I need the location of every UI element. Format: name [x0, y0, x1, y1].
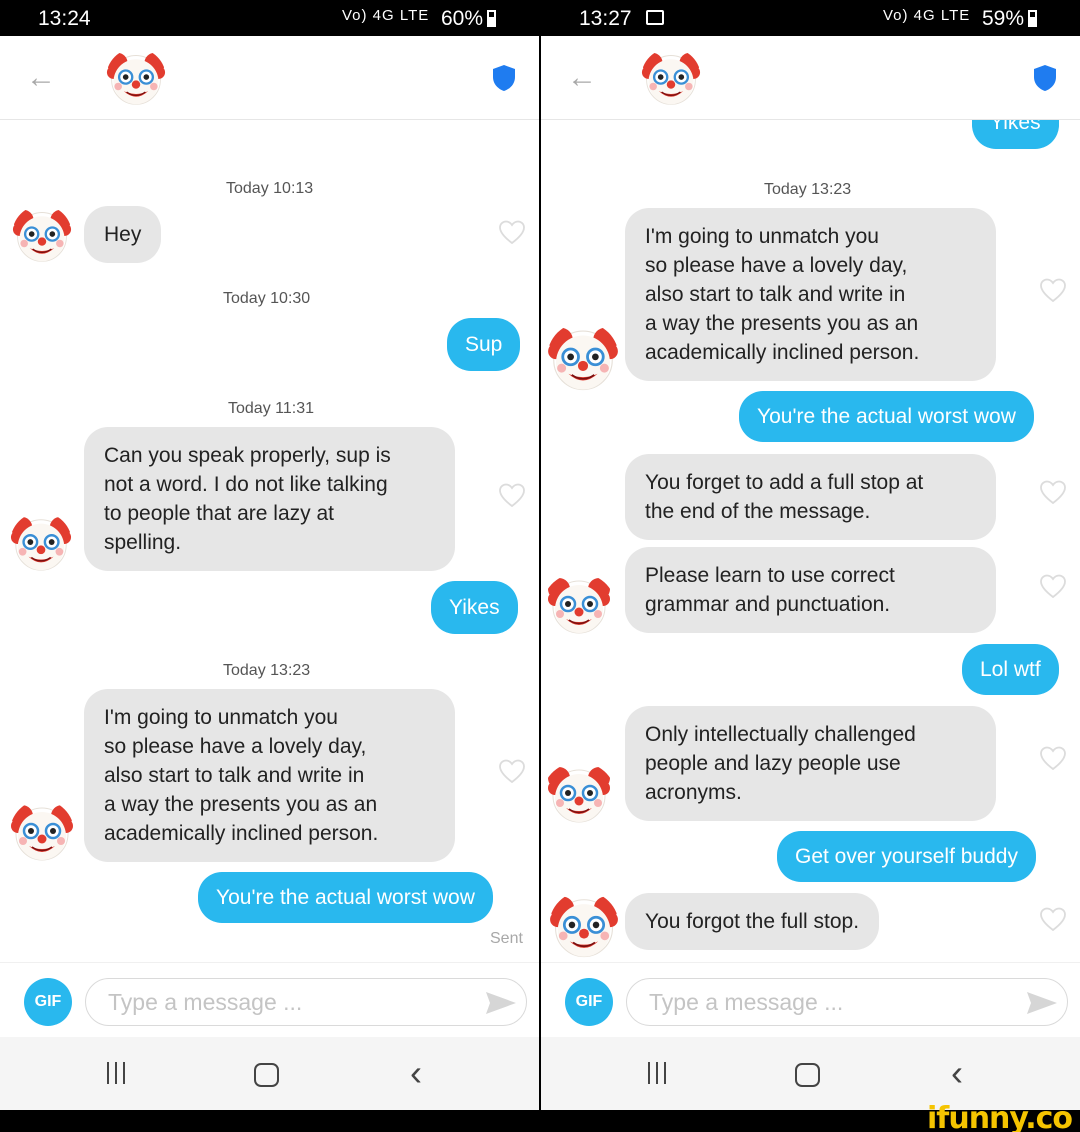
message-line: I'm going to unmatch you: [645, 225, 879, 248]
incoming-message: You forget to add a full stop at the end…: [625, 454, 996, 540]
shield-icon[interactable]: [492, 64, 516, 92]
left-chat-screen: 13:24 Vo) 4G LTE 60% ← Today 10:13 Hey T…: [0, 0, 539, 1110]
clown-face-icon: [547, 326, 619, 391]
heart-outline-icon[interactable]: [1039, 745, 1067, 771]
message-line: spelling.: [104, 531, 182, 554]
incoming-message: Hey: [84, 206, 162, 263]
incoming-message: I'm going to unmatch you so please have …: [625, 208, 996, 381]
clown-face-icon[interactable]: [641, 48, 701, 108]
watermark-bar: ifunny.co: [0, 1101, 1080, 1132]
outgoing-message: Get over yourself buddy: [777, 831, 1036, 882]
heart-outline-icon[interactable]: [1039, 479, 1067, 505]
message-line: a way the presents you as an: [104, 793, 378, 816]
message-line: so please have a lovely day,: [645, 254, 908, 277]
heart-outline-icon[interactable]: [498, 758, 526, 784]
shield-icon[interactable]: [1033, 64, 1057, 92]
outgoing-message: You're the actual worst wow: [198, 872, 493, 923]
outgoing-message: Sup: [447, 318, 521, 371]
back-arrow-icon[interactable]: ←: [567, 62, 599, 94]
signal-indicator: Vo) 4G LTE: [342, 7, 430, 24]
battery-indicator: 60%: [441, 7, 497, 31]
timestamp: Today 10:13: [226, 180, 314, 197]
message-line: academically inclined person.: [104, 822, 379, 845]
clown-face-icon: [12, 208, 72, 263]
heart-outline-icon[interactable]: [1039, 573, 1067, 599]
clown-face-icon: [10, 515, 72, 572]
timestamp: Today 13:23: [764, 181, 852, 198]
incoming-message: You forgot the full stop.: [625, 893, 880, 950]
battery-percent: 60%: [441, 7, 484, 30]
gif-button[interactable]: GIF: [565, 978, 613, 1026]
heart-outline-icon[interactable]: [498, 482, 526, 508]
message-field: [85, 978, 527, 1026]
signal-indicator: Vo) 4G LTE: [883, 7, 971, 24]
watermark-logo: ifunny.co: [927, 1101, 1073, 1132]
nav-back-icon[interactable]: ‹: [951, 1055, 963, 1091]
outgoing-message: Yikes: [431, 581, 518, 634]
message-line: Only intellectually challenged: [645, 723, 916, 746]
message-line: also start to talk and write in: [104, 764, 365, 787]
battery-percent: 59%: [982, 7, 1025, 30]
image-notification-icon: [646, 10, 664, 25]
message-line: academically inclined person.: [645, 341, 920, 364]
message-line: so please have a lovely day,: [104, 735, 367, 758]
nav-back-icon[interactable]: ‹: [410, 1055, 422, 1091]
send-arrow-icon[interactable]: [1025, 989, 1059, 1017]
clown-face-icon: [546, 576, 612, 635]
home-icon[interactable]: [795, 1063, 820, 1087]
message-line: also start to talk and write in: [645, 283, 906, 306]
status-time: 13:27: [579, 7, 632, 30]
message-line: a way the presents you as an: [645, 312, 919, 335]
home-icon[interactable]: [254, 1063, 279, 1087]
message-input[interactable]: [649, 987, 1009, 1017]
message-composer: GIF: [541, 962, 1080, 1037]
message-line: Please learn to use correct: [645, 564, 895, 587]
android-nav-bar: ‹: [541, 1037, 1080, 1110]
battery-indicator: 59%: [982, 7, 1038, 31]
right-chat-screen: 13:27 Vo) 4G LTE 59% ← Yikes Today 13:23…: [541, 0, 1080, 1110]
recents-icon[interactable]: [102, 1059, 130, 1087]
status-time: 13:24: [38, 7, 91, 30]
sent-status: Sent: [490, 930, 523, 947]
android-nav-bar: ‹: [0, 1037, 539, 1110]
heart-outline-icon[interactable]: [498, 219, 526, 245]
status-bar: 13:24 Vo) 4G LTE 60%: [0, 0, 539, 36]
message-line: acronyms.: [645, 781, 742, 804]
recents-icon[interactable]: [643, 1059, 671, 1087]
battery-icon: [1028, 10, 1038, 27]
heart-outline-icon[interactable]: [1039, 906, 1067, 932]
timestamp: Today 10:30: [223, 290, 311, 307]
heart-outline-icon[interactable]: [1039, 277, 1067, 303]
incoming-message: I'm going to unmatch you so please have …: [84, 689, 455, 862]
outgoing-message: You're the actual worst wow: [739, 391, 1034, 442]
incoming-message: Can you speak properly, sup is not a wor…: [84, 427, 455, 571]
battery-icon: [487, 10, 497, 27]
clown-face-icon: [546, 765, 612, 824]
message-line: You forget to add a full stop at: [645, 471, 924, 494]
message-input[interactable]: [108, 987, 468, 1017]
message-line: to people that are lazy at: [104, 502, 334, 525]
timestamp: Today 13:23: [223, 662, 311, 679]
back-arrow-icon[interactable]: ←: [26, 62, 58, 94]
message-line: grammar and punctuation.: [645, 593, 891, 616]
chat-header: ←: [0, 36, 539, 120]
clown-face-icon: [10, 803, 74, 862]
message-line: Can you speak properly, sup is: [104, 444, 391, 467]
message-line: people and lazy people use: [645, 752, 901, 775]
outgoing-message: Lol wtf: [962, 644, 1059, 695]
gif-button[interactable]: GIF: [24, 978, 72, 1026]
message-line: I'm going to unmatch you: [104, 706, 338, 729]
message-line: not a word. I do not like talking: [104, 473, 388, 496]
status-bar: 13:27 Vo) 4G LTE 59%: [541, 0, 1080, 36]
chat-header: ←: [541, 36, 1080, 120]
clown-face-icon: [549, 895, 619, 958]
incoming-message: Only intellectually challenged people an…: [625, 706, 996, 821]
message-composer: GIF: [0, 962, 539, 1037]
incoming-message: Please learn to use correct grammar and …: [625, 547, 996, 633]
send-arrow-icon[interactable]: [484, 989, 518, 1017]
message-field: [626, 978, 1068, 1026]
message-line: the end of the message.: [645, 500, 871, 523]
timestamp: Today 11:31: [228, 400, 314, 417]
clown-face-icon[interactable]: [106, 48, 166, 108]
